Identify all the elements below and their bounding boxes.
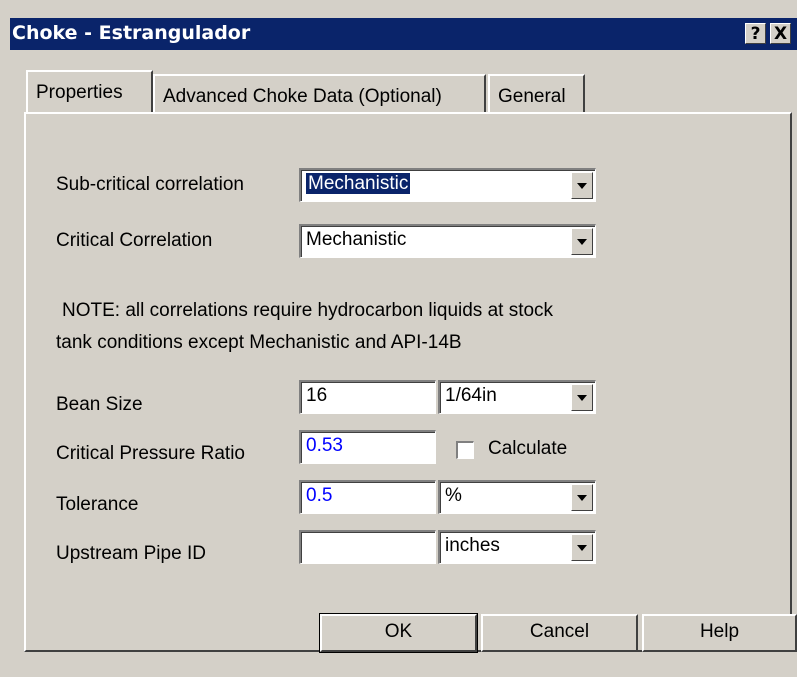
chevron-down-icon[interactable] [571, 172, 593, 199]
tolerance-value: 0.5 [306, 485, 333, 506]
critical-pressure-ratio-label: Critical Pressure Ratio [56, 443, 245, 464]
calculate-checkbox[interactable] [456, 441, 474, 459]
subcritical-correlation-select[interactable]: Mechanistic [299, 168, 596, 202]
bean-size-unit-value: 1/64in [445, 385, 497, 406]
calculate-label: Calculate [488, 438, 568, 459]
dialog-content: Properties Advanced Choke Data (Optional… [10, 50, 797, 677]
subcritical-correlation-label: Sub-critical correlation [56, 174, 244, 195]
critical-correlation-label: Critical Correlation [56, 230, 213, 251]
bean-size-unit-select[interactable]: 1/64in [438, 380, 596, 414]
tolerance-label: Tolerance [56, 494, 139, 515]
bean-size-label: Bean Size [56, 394, 143, 415]
title-bar[interactable]: Choke - Estrangulador ? X [10, 18, 797, 50]
critical-correlation-value: Mechanistic [306, 229, 407, 250]
ok-button[interactable]: OK [319, 613, 478, 653]
note-line-2: tank conditions except Mechanistic and A… [56, 332, 462, 353]
critical-pressure-ratio-value: 0.53 [306, 435, 343, 456]
upstream-pipe-id-input[interactable] [299, 530, 436, 564]
help-icon[interactable]: ? [745, 23, 766, 44]
dialog-window: Choke - Estrangulador ? X Properties Adv… [0, 0, 797, 677]
tab-properties[interactable]: Properties [26, 70, 153, 112]
tab-label: General [498, 86, 566, 107]
tolerance-input[interactable]: 0.5 [299, 480, 436, 514]
tab-label: Advanced Choke Data (Optional) [163, 86, 442, 107]
chevron-down-icon[interactable] [571, 384, 593, 411]
bean-size-input[interactable]: 16 [299, 380, 436, 414]
tolerance-unit-select[interactable]: % [438, 480, 596, 514]
critical-pressure-ratio-input[interactable]: 0.53 [299, 430, 436, 464]
tab-label: Properties [36, 82, 123, 103]
upstream-pipe-id-unit-value: inches [445, 535, 500, 556]
chevron-down-icon[interactable] [571, 534, 593, 561]
upstream-pipe-id-label: Upstream Pipe ID [56, 543, 206, 564]
chevron-down-icon[interactable] [571, 484, 593, 511]
chevron-down-icon[interactable] [571, 228, 593, 255]
upstream-pipe-id-unit-select[interactable]: inches [438, 530, 596, 564]
critical-correlation-select[interactable]: Mechanistic [299, 224, 596, 258]
tab-general[interactable]: General [488, 74, 585, 112]
tolerance-unit-value: % [445, 485, 462, 506]
close-icon[interactable]: X [770, 23, 791, 44]
cancel-button[interactable]: Cancel [481, 614, 638, 652]
bean-size-value: 16 [306, 385, 328, 406]
window-title: Choke - Estrangulador [12, 22, 251, 44]
note-line-1: NOTE: all correlations require hydrocarb… [62, 300, 554, 321]
subcritical-correlation-value: Mechanistic [306, 173, 411, 194]
tab-advanced-choke-data[interactable]: Advanced Choke Data (Optional) [153, 74, 486, 112]
help-button[interactable]: Help [642, 614, 797, 652]
